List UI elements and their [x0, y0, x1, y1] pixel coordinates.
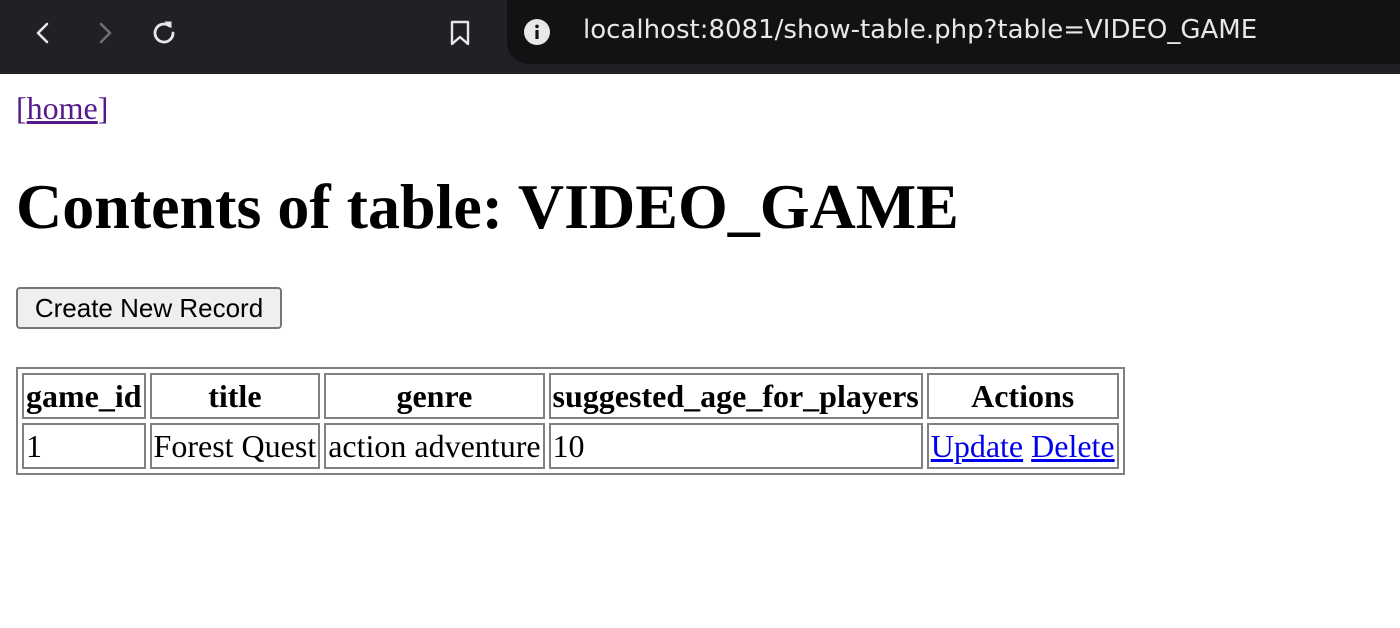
delete-link[interactable]: Delete — [1031, 428, 1115, 464]
reload-button[interactable] — [144, 13, 184, 53]
back-arrow-icon — [36, 22, 49, 44]
address-bar[interactable]: localhost:8081/show-table.php?table=VIDE… — [507, 0, 1400, 64]
reload-icon — [153, 21, 175, 44]
bookmark-icon — [450, 20, 470, 46]
cell-game-id: 1 — [22, 423, 146, 469]
records-table: game_id title genre suggested_age_for_pl… — [16, 367, 1125, 475]
cell-suggested-age: 10 — [548, 423, 923, 469]
column-header-title: title — [149, 373, 321, 419]
back-button[interactable] — [24, 13, 64, 53]
bookmark-button[interactable] — [440, 13, 480, 53]
cell-actions: Update Delete — [926, 423, 1119, 469]
forward-arrow-icon — [99, 22, 112, 44]
column-header-genre: genre — [324, 373, 545, 419]
cell-genre: action adventure — [324, 423, 545, 469]
browser-toolbar: localhost:8081/show-table.php?table=VIDE… — [0, 0, 1400, 74]
open-bracket: [ — [16, 90, 27, 126]
forward-button[interactable] — [84, 13, 124, 53]
page-title: Contents of table: VIDEO_GAME — [16, 171, 959, 242]
table-row: 1 Forest Quest action adventure 10 Updat… — [22, 423, 1119, 469]
cell-title: Forest Quest — [149, 423, 321, 469]
column-header-suggested-age: suggested_age_for_players — [548, 373, 923, 419]
column-header-actions: Actions — [926, 373, 1119, 419]
update-link[interactable]: Update — [931, 428, 1023, 464]
home-link[interactable]: home — [27, 90, 98, 126]
table-header-row: game_id title genre suggested_age_for_pl… — [22, 373, 1119, 419]
home-nav: [home] — [16, 90, 108, 127]
close-bracket: ] — [97, 90, 109, 126]
create-new-record-button[interactable]: Create New Record — [16, 287, 282, 329]
url-text: localhost:8081/show-table.php?table=VIDE… — [583, 15, 1258, 45]
info-icon[interactable] — [524, 19, 550, 45]
column-header-game-id: game_id — [22, 373, 146, 419]
page-content: [home] Contents of table: VIDEO_GAME Cre… — [0, 74, 1400, 628]
